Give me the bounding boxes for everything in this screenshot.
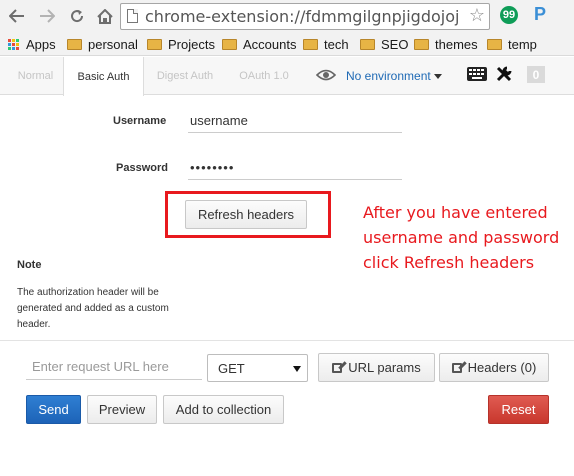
tab-basic-auth[interactable]: Basic Auth	[63, 57, 144, 96]
home-icon[interactable]	[94, 5, 116, 27]
bookmark-apps[interactable]: Apps	[8, 36, 56, 53]
hangouts-badge-text: 99	[502, 9, 516, 21]
settings-tools-icon[interactable]	[495, 65, 513, 88]
reset-button[interactable]: Reset	[488, 395, 549, 424]
annotation-text: After you have entered username and pass…	[363, 200, 574, 275]
send-button[interactable]: Send	[26, 395, 81, 424]
bookmark-tech[interactable]: tech	[303, 36, 349, 53]
note-text: The authorization header will be generat…	[17, 287, 169, 330]
bookmark-label: Apps	[26, 37, 56, 52]
divider	[0, 340, 574, 341]
edit-icon	[451, 362, 462, 373]
bookmark-label: SEO	[381, 37, 409, 52]
tab-oauth[interactable]: OAuth 1.0	[226, 57, 302, 95]
annotation-line: username and password	[363, 228, 560, 247]
bookmark-projects[interactable]: Projects	[147, 36, 215, 53]
bookmark-label: temp	[508, 37, 537, 52]
bookmark-label: Projects	[168, 37, 215, 52]
bookmark-label: personal	[88, 37, 138, 52]
address-bar[interactable]: chrome-extension://fdmmgilgnpjigdojojpjo…	[120, 3, 490, 30]
environment-label: No environment	[346, 69, 431, 83]
eye-icon[interactable]	[316, 69, 336, 81]
chevron-down-icon	[433, 74, 442, 80]
browser-toolbar: chrome-extension://fdmmgilgnpjigdojojpjo…	[0, 0, 574, 33]
tab-normal[interactable]: Normal	[8, 57, 63, 95]
folder-icon	[360, 39, 375, 50]
bookmark-personal[interactable]: personal	[67, 36, 138, 53]
method-select[interactable]: GET	[207, 354, 308, 382]
count-badge-value: 0	[532, 67, 540, 82]
annotation-line: After you have entered	[363, 203, 548, 222]
bookmarks-bar: Apps personal Projects Accounts tech SEO…	[0, 33, 574, 56]
auth-tab-bar: Normal Basic Auth Digest Auth OAuth 1.0 …	[0, 57, 574, 96]
folder-icon	[67, 39, 82, 50]
bookmark-label: Accounts	[243, 37, 297, 52]
hangouts-extension-icon[interactable]: 99	[500, 6, 518, 24]
url-params-label: URL params	[348, 360, 421, 375]
keyboard-icon[interactable]	[467, 67, 487, 81]
extension-p-icon[interactable]: P	[534, 4, 546, 25]
page-icon	[127, 9, 138, 23]
edit-icon	[332, 362, 343, 373]
add-to-collection-button[interactable]: Add to collection	[163, 395, 284, 424]
count-badge[interactable]: 0	[527, 66, 545, 83]
bookmark-label: themes	[435, 37, 478, 52]
folder-icon	[147, 39, 162, 50]
note-title: Note	[17, 259, 42, 271]
password-label: Password	[116, 162, 168, 174]
refresh-headers-button[interactable]: Refresh headers	[185, 200, 307, 229]
bookmark-label: tech	[324, 37, 349, 52]
folder-icon	[487, 39, 502, 50]
bookmark-temp[interactable]: temp	[487, 36, 537, 53]
headers-label: Headers (0)	[467, 360, 537, 375]
extension-panel: Normal Basic Auth Digest Auth OAuth 1.0 …	[0, 57, 574, 476]
request-url-input[interactable]: Enter request URL here	[26, 354, 202, 380]
tab-digest-auth[interactable]: Digest Auth	[144, 57, 226, 95]
apps-grid-icon	[8, 39, 19, 50]
dropdown-arrow-icon	[293, 366, 301, 372]
folder-icon	[414, 39, 429, 50]
back-arrow-icon[interactable]	[6, 5, 28, 27]
annotation-line: click Refresh headers	[363, 253, 535, 272]
headers-button[interactable]: Headers (0)	[439, 353, 549, 382]
forward-arrow-icon[interactable]	[36, 5, 58, 27]
extension-p-label: P	[534, 4, 547, 24]
environment-dropdown[interactable]: No environment	[346, 69, 442, 83]
url-params-button[interactable]: URL params	[318, 353, 435, 382]
bookmark-accounts[interactable]: Accounts	[222, 36, 296, 53]
bookmark-themes[interactable]: themes	[414, 36, 478, 53]
reload-icon[interactable]	[66, 5, 88, 27]
folder-icon	[303, 39, 318, 50]
method-value: GET	[218, 360, 245, 376]
username-label: Username	[113, 115, 167, 127]
address-bar-url[interactable]: chrome-extension://fdmmgilgnpjigdojojpjo…	[145, 7, 460, 26]
bookmark-star-icon[interactable]: ☆	[469, 5, 485, 26]
preview-button[interactable]: Preview	[87, 395, 157, 424]
password-field[interactable]: ••••••••	[188, 156, 402, 180]
username-field[interactable]: username	[188, 109, 402, 133]
folder-icon	[222, 39, 237, 50]
bookmark-seo[interactable]: SEO	[360, 36, 408, 53]
